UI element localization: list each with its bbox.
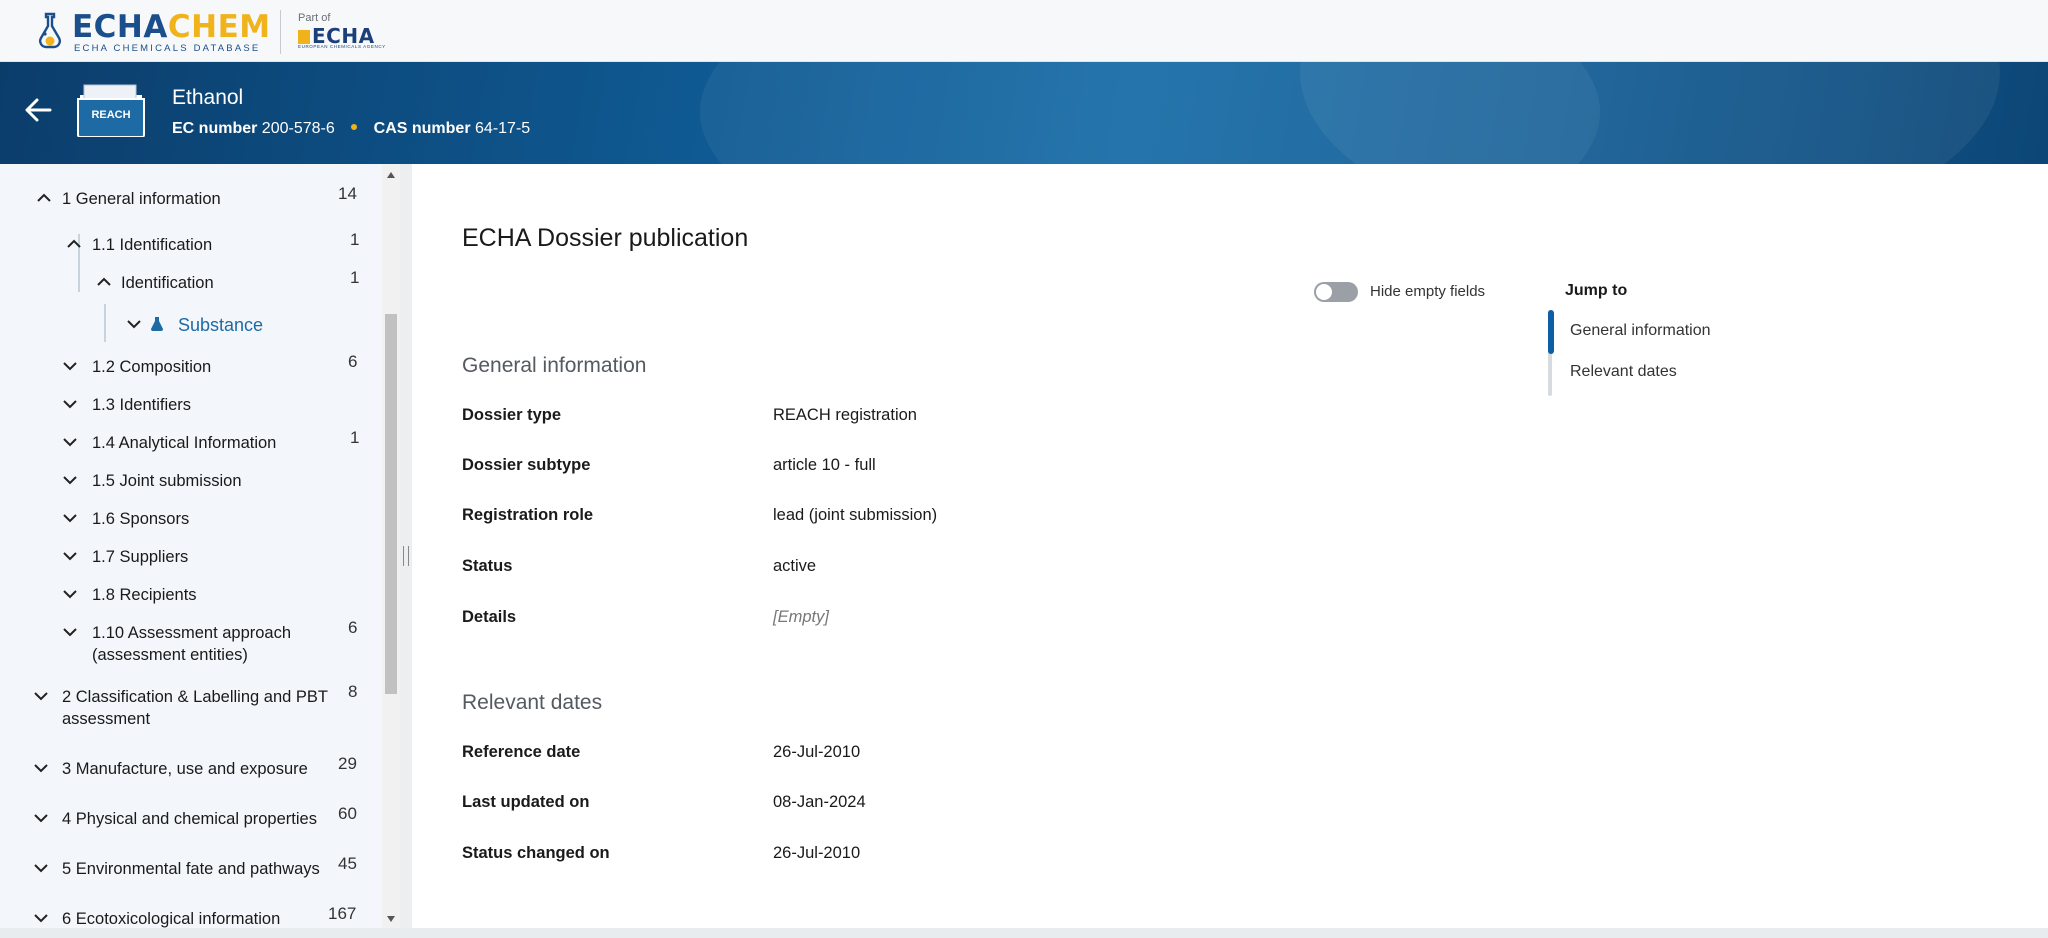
chevron-down-icon[interactable]	[62, 548, 78, 564]
top-brand-bar: ECHACHEM ECHA CHEMICALS DATABASE Part of…	[0, 0, 2048, 62]
cas-number-label: CAS number	[373, 120, 471, 137]
main-content: ECHA Dossier publication Hide empty fiel…	[412, 164, 2048, 928]
ec-number-label: EC number	[172, 120, 258, 137]
section-title-general-information: General information	[462, 354, 647, 377]
tree-item-identification[interactable]: Identification 1	[0, 268, 370, 300]
field-value-status: active	[773, 557, 817, 575]
chevron-down-icon[interactable]	[33, 910, 49, 926]
part-of-label: Part of	[298, 12, 331, 24]
tree-item-physical-chemical-properties[interactable]: 4 Physical and chemical properties 60	[0, 804, 370, 836]
chevron-down-icon[interactable]	[126, 316, 142, 332]
jump-link-general-information[interactable]: General information	[1570, 322, 1711, 340]
field-value-reference-date: 26-Jul-2010	[773, 743, 861, 761]
cas-number-value: 64-17-5	[475, 120, 531, 137]
field-label-status: Status	[462, 557, 513, 575]
flask-icon	[151, 317, 163, 331]
tree-item-manufacture-use-exposure[interactable]: 3 Manufacture, use and exposure 29	[0, 754, 370, 786]
toggle-knob[interactable]	[1316, 284, 1332, 300]
scroll-up-arrow-icon[interactable]	[387, 172, 395, 178]
chevron-down-icon[interactable]	[62, 586, 78, 602]
jump-to-active-indicator	[1548, 310, 1554, 354]
field-value-details: [Empty]	[773, 608, 829, 626]
echa-flag-icon	[298, 30, 310, 44]
panel-splitter[interactable]	[400, 164, 412, 928]
tree-item-analytical-information[interactable]: 1.4 Analytical Information 1	[0, 428, 370, 460]
field-value-dossier-subtype: article 10 - full	[773, 456, 876, 474]
field-value-registration-role: lead (joint submission)	[773, 506, 938, 524]
tree-item-suppliers[interactable]: 1.7 Suppliers	[0, 546, 370, 574]
tree-item-identifiers[interactable]: 1.3 Identifiers	[0, 394, 370, 422]
chevron-down-icon[interactable]	[62, 358, 78, 374]
chevron-down-icon[interactable]	[33, 860, 49, 876]
folder-badge: REACH	[91, 109, 131, 121]
field-label-reference-date: Reference date	[462, 743, 581, 761]
hide-empty-fields-label: Hide empty fields	[1370, 283, 1486, 300]
ec-number-value: 200-578-6	[261, 120, 335, 137]
tree-item-assessment-approach[interactable]: 1.10 Assessment approach (assessment ent…	[0, 618, 370, 670]
tree-item-general-information[interactable]: 1 General information 14	[0, 184, 370, 216]
chevron-up-icon[interactable]	[66, 236, 82, 252]
section-title-relevant-dates: Relevant dates	[462, 691, 603, 714]
jump-to-title: Jump to	[1565, 282, 1628, 299]
tree-scrollbar[interactable]	[382, 164, 400, 928]
drag-handle-icon[interactable]	[403, 546, 409, 566]
echa-parent-logo-subtitle: EUROPEAN CHEMICALS AGENCY	[298, 44, 386, 49]
field-label-registration-role: Registration role	[462, 506, 594, 524]
chevron-down-icon[interactable]	[62, 624, 78, 640]
brand-divider	[280, 10, 281, 54]
field-value-status-changed-on: 26-Jul-2010	[773, 844, 861, 862]
tree-item-sponsors[interactable]: 1.6 Sponsors	[0, 508, 370, 536]
section-tree: 1 General information 14 1.1 Identificat…	[0, 164, 382, 928]
chevron-down-icon[interactable]	[33, 688, 49, 704]
field-label-details: Details	[462, 608, 517, 626]
bottom-strip	[0, 928, 2048, 938]
field-label-dossier-subtype: Dossier subtype	[462, 456, 591, 474]
chevron-up-icon[interactable]	[96, 274, 112, 290]
tree-item-ecotoxicological-information[interactable]: 6 Ecotoxicological information 167	[0, 904, 370, 928]
field-value-dossier-type: REACH registration	[773, 406, 917, 424]
back-arrow-icon[interactable]	[20, 92, 56, 128]
tree-item-joint-submission[interactable]: 1.5 Joint submission	[0, 470, 370, 498]
separator-dot	[351, 124, 358, 130]
chevron-down-icon[interactable]	[62, 510, 78, 526]
field-label-dossier-type: Dossier type	[462, 406, 562, 424]
tree-item-identification-1-1[interactable]: 1.1 Identification 1	[0, 230, 370, 262]
chevron-down-icon[interactable]	[33, 760, 49, 776]
logo-subtitle: ECHA CHEMICALS DATABASE	[74, 43, 261, 54]
page-title: ECHA Dossier publication	[462, 224, 749, 252]
tree-item-classification-labelling[interactable]: 2 Classification & Labelling and PBT ass…	[0, 682, 370, 734]
tree-item-substance[interactable]: Substance	[0, 314, 370, 342]
flask-logo-icon	[39, 12, 61, 49]
scrollbar-thumb[interactable]	[385, 314, 397, 694]
field-label-status-changed-on: Status changed on	[462, 844, 610, 862]
substance-identifiers: EC number 200-578-6 CAS number 64-17-5	[172, 120, 530, 138]
substance-name: Ethanol	[172, 86, 244, 109]
chevron-down-icon[interactable]	[62, 396, 78, 412]
substance-header: REACH Ethanol EC number 200-578-6 CAS nu…	[0, 62, 2048, 164]
field-label-last-updated-on: Last updated on	[462, 793, 590, 811]
scroll-down-arrow-icon[interactable]	[387, 916, 395, 922]
tree-item-composition[interactable]: 1.2 Composition 6	[0, 352, 370, 384]
chevron-up-icon[interactable]	[36, 190, 52, 206]
field-value-last-updated-on: 08-Jan-2024	[773, 793, 866, 811]
chevron-down-icon[interactable]	[62, 472, 78, 488]
jump-link-relevant-dates[interactable]: Relevant dates	[1570, 363, 1677, 381]
echa-chem-logo[interactable]: ECHACHEM ECHA CHEMICALS DATABASE	[34, 10, 270, 54]
chevron-down-icon[interactable]	[62, 434, 78, 450]
tree-item-recipients[interactable]: 1.8 Recipients	[0, 584, 370, 612]
chevron-down-icon[interactable]	[33, 810, 49, 826]
tree-item-environmental-fate[interactable]: 5 Environmental fate and pathways 45	[0, 854, 370, 886]
logo-wordmark: ECHACHEM	[72, 9, 271, 45]
